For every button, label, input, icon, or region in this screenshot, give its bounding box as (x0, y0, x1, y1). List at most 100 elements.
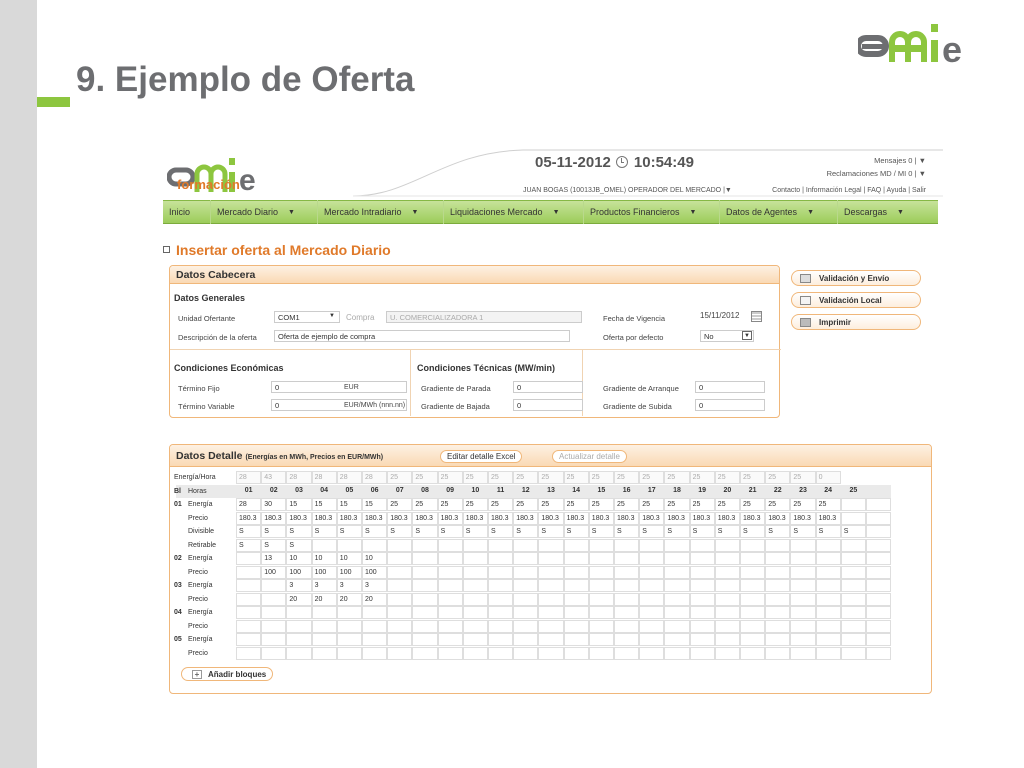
grid-input-cell[interactable] (639, 565, 665, 579)
grid-input-cell[interactable] (563, 565, 589, 579)
grid-input-cell[interactable]: 3 (362, 579, 388, 592)
grid-input-cell[interactable] (740, 646, 766, 660)
grid-input-cell[interactable]: 100 (336, 565, 362, 579)
unidad-select[interactable]: COM1 ▼ (274, 311, 340, 323)
calendar-icon[interactable] (751, 311, 762, 322)
grid-input-cell[interactable] (286, 606, 312, 619)
grid-input-cell[interactable] (765, 538, 791, 552)
user-info[interactable]: JUAN BOGAS (10013JB_OMEL) OPERADOR DEL M… (523, 187, 732, 194)
grid-input-cell[interactable]: 28 (236, 498, 262, 511)
grid-input-cell[interactable] (563, 538, 589, 552)
grid-input-cell[interactable] (261, 646, 287, 660)
grid-input-cell[interactable] (765, 619, 791, 633)
grid-input-cell[interactable] (362, 633, 388, 646)
grid-input-cell[interactable]: 180.3 (286, 511, 312, 525)
grid-input-cell[interactable]: S (387, 525, 413, 538)
grid-input-cell[interactable]: 180.3 (765, 511, 791, 525)
grid-input-cell[interactable] (689, 592, 715, 606)
grid-input-cell[interactable]: 15 (362, 498, 388, 511)
edit-excel-button[interactable]: Editar detalle Excel (440, 450, 523, 463)
grid-input-cell[interactable] (286, 633, 312, 646)
grid-input-cell[interactable] (689, 552, 715, 565)
grid-input-cell[interactable] (563, 619, 589, 633)
grid-input-cell[interactable] (765, 646, 791, 660)
grid-input-cell[interactable] (815, 646, 841, 660)
grid-input-cell[interactable] (236, 619, 262, 633)
grid-input-cell[interactable]: 180.3 (462, 511, 488, 525)
grid-input-cell[interactable] (840, 565, 866, 579)
parada-input[interactable]: 0 (513, 381, 583, 393)
nav-inicio[interactable]: Inicio (163, 200, 211, 224)
grid-input-cell[interactable] (689, 633, 715, 646)
grid-input-cell[interactable] (462, 538, 488, 552)
grid-input-cell[interactable] (765, 565, 791, 579)
grid-input-cell[interactable] (488, 619, 514, 633)
grid-input-cell[interactable] (840, 606, 866, 619)
grid-input-cell[interactable] (563, 592, 589, 606)
grid-input-cell[interactable]: 3 (336, 579, 362, 592)
grid-input-cell[interactable] (790, 592, 816, 606)
grid-input-cell[interactable] (714, 565, 740, 579)
grid-input-cell[interactable] (387, 538, 413, 552)
grid-input-cell[interactable] (336, 633, 362, 646)
grid-input-cell[interactable] (236, 592, 262, 606)
grid-input-cell[interactable] (362, 606, 388, 619)
grid-input-cell[interactable] (563, 579, 589, 592)
grid-input-cell[interactable]: S (236, 525, 262, 538)
grid-input-cell[interactable] (815, 579, 841, 592)
grid-input-cell[interactable]: 180.3 (261, 511, 287, 525)
grid-input-cell[interactable] (488, 565, 514, 579)
grid-input-cell[interactable] (790, 552, 816, 565)
grid-input-cell[interactable]: 10 (362, 552, 388, 565)
grid-input-cell[interactable] (336, 538, 362, 552)
grid-input-cell[interactable] (866, 552, 892, 565)
grid-input-cell[interactable] (689, 646, 715, 660)
grid-input-cell[interactable]: S (588, 525, 614, 538)
grid-input-cell[interactable]: S (664, 525, 690, 538)
grid-input-cell[interactable] (714, 579, 740, 592)
grid-input-cell[interactable] (488, 633, 514, 646)
grid-input-cell[interactable]: 180.3 (387, 511, 413, 525)
grid-input-cell[interactable] (488, 592, 514, 606)
grid-input-cell[interactable] (664, 619, 690, 633)
grid-input-cell[interactable] (387, 579, 413, 592)
grid-input-cell[interactable] (588, 619, 614, 633)
grid-input-cell[interactable]: 25 (689, 498, 715, 511)
grid-input-cell[interactable]: 25 (614, 498, 640, 511)
grid-input-cell[interactable]: S (462, 525, 488, 538)
grid-input-cell[interactable] (639, 606, 665, 619)
grid-input-cell[interactable] (815, 619, 841, 633)
grid-input-cell[interactable] (714, 606, 740, 619)
grid-input-cell[interactable] (261, 619, 287, 633)
grid-input-cell[interactable] (714, 592, 740, 606)
grid-input-cell[interactable] (362, 646, 388, 660)
grid-input-cell[interactable] (563, 633, 589, 646)
grid-input-cell[interactable] (488, 579, 514, 592)
grid-input-cell[interactable] (437, 592, 463, 606)
grid-input-cell[interactable] (614, 579, 640, 592)
grid-input-cell[interactable]: 180.3 (336, 511, 362, 525)
grid-input-cell[interactable] (588, 633, 614, 646)
grid-input-cell[interactable]: 25 (412, 498, 438, 511)
grid-input-cell[interactable] (639, 579, 665, 592)
grid-input-cell[interactable]: 25 (664, 498, 690, 511)
grid-input-cell[interactable] (488, 538, 514, 552)
grid-input-cell[interactable] (815, 592, 841, 606)
grid-input-cell[interactable]: 25 (639, 498, 665, 511)
grid-input-cell[interactable] (412, 592, 438, 606)
grid-input-cell[interactable] (437, 552, 463, 565)
grid-input-cell[interactable] (614, 646, 640, 660)
grid-input-cell[interactable] (563, 646, 589, 660)
grid-input-cell[interactable] (815, 552, 841, 565)
grid-input-cell[interactable] (639, 619, 665, 633)
grid-input-cell[interactable] (462, 633, 488, 646)
grid-input-cell[interactable] (462, 646, 488, 660)
grid-input-cell[interactable] (488, 606, 514, 619)
grid-input-cell[interactable]: 180.3 (311, 511, 337, 525)
grid-input-cell[interactable] (765, 592, 791, 606)
grid-input-cell[interactable] (740, 565, 766, 579)
grid-input-cell[interactable] (513, 633, 539, 646)
fecha-value[interactable]: 15/11/2012 (700, 311, 739, 320)
grid-input-cell[interactable] (840, 579, 866, 592)
grid-input-cell[interactable] (639, 633, 665, 646)
